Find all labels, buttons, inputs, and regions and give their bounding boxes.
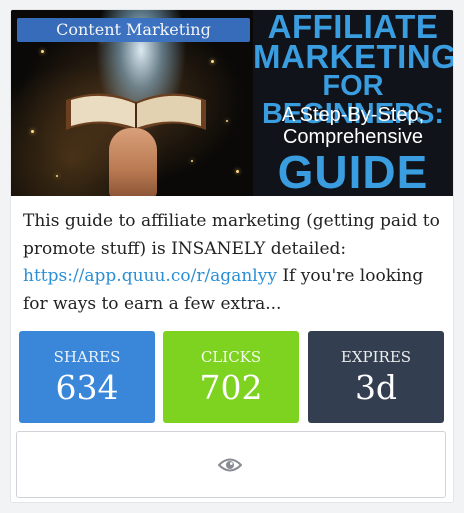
clicks-label: CLICKS: [200, 348, 262, 366]
hand: [109, 128, 157, 196]
clicks-stat: CLICKS 702: [163, 331, 299, 423]
description-text: This guide to affiliate marketing (getti…: [23, 211, 440, 259]
hero-image: AFFILIATE MARKETING FOR BEGINNERS: A Ste…: [11, 10, 453, 196]
expires-label: EXPIRES: [340, 348, 412, 366]
clicks-value: 702: [199, 368, 263, 407]
shares-label: SHARES: [53, 348, 121, 366]
eye-icon: [218, 458, 242, 472]
shares-value: 634: [55, 368, 119, 407]
image-title-line: MARKETING: [253, 38, 453, 75]
post-link[interactable]: https://app.quuu.co/r/aganlyy: [23, 266, 277, 286]
content-card: AFFILIATE MARKETING FOR BEGINNERS: A Ste…: [10, 9, 454, 503]
image-subtitle-line: Comprehensive: [282, 126, 424, 148]
image-title-guide: GUIDE: [277, 146, 429, 196]
post-description: This guide to affiliate marketing (getti…: [23, 208, 443, 318]
shares-stat: SHARES 634: [19, 331, 155, 423]
category-badge: Content Marketing: [17, 18, 250, 42]
expires-value: 3d: [354, 368, 398, 407]
image-subtitle-line: A Step-By-Step,: [281, 104, 425, 126]
expires-stat: EXPIRES 3d: [308, 331, 444, 423]
view-button[interactable]: [16, 431, 446, 498]
image-title-panel: AFFILIATE MARKETING FOR BEGINNERS: A Ste…: [253, 10, 453, 196]
